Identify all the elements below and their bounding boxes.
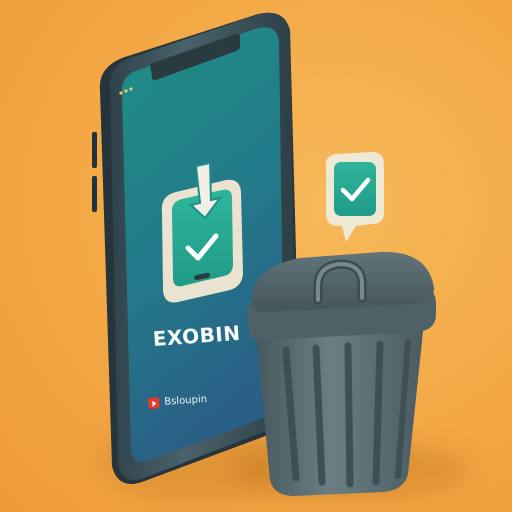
status-dot [119,91,123,95]
scene-graphics [92,12,436,496]
checkmark-bubble-icon [325,152,384,242]
status-dot [124,89,128,93]
status-dot [129,87,133,91]
volume-down-button [92,176,97,212]
trash-rib [344,342,354,488]
trash-can-icon [247,251,436,496]
play-store-icon [148,397,160,409]
badge-screen [334,162,376,216]
illustration-scene: EXOBIN Bsloupin [0,0,512,512]
volume-up-button [92,132,97,168]
trash-rib [372,340,384,486]
